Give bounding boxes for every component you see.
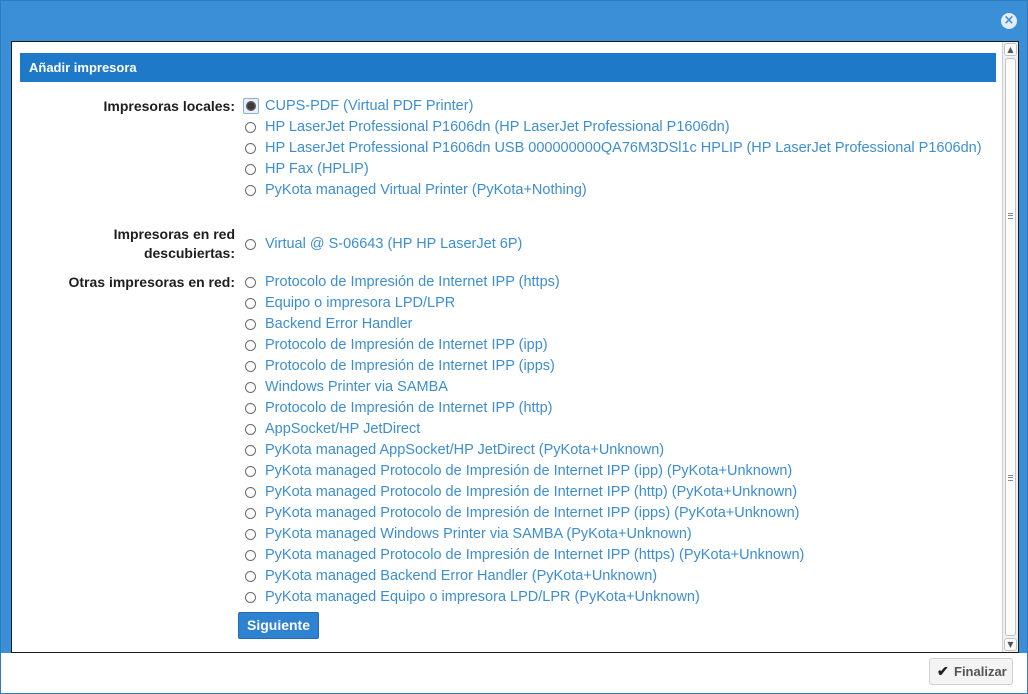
discovered-printers-label: Impresoras en red descubiertas: <box>12 225 235 263</box>
printer-option-label: PyKota managed AppSocket/HP JetDirect (P… <box>265 442 665 458</box>
printer-option[interactable]: CUPS-PDF (Virtual PDF Printer) <box>239 96 989 117</box>
printer-option[interactable]: Protocolo de Impresión de Internet IPP (… <box>239 356 989 377</box>
radio-icon[interactable] <box>245 361 256 372</box>
grip-icon <box>1008 213 1013 219</box>
discovered-printers-list: Virtual @ S-06643 (HP HP LaserJet 6P) <box>239 234 989 255</box>
radio-icon[interactable] <box>245 403 256 414</box>
printer-option-label: PyKota managed Protocolo de Impresión de… <box>265 547 805 563</box>
printer-option-label: CUPS-PDF (Virtual PDF Printer) <box>265 98 474 114</box>
radio-icon[interactable] <box>245 466 256 477</box>
radio-icon[interactable] <box>245 164 256 175</box>
radio-icon[interactable] <box>245 529 256 540</box>
check-icon: ✔ <box>937 663 949 679</box>
printer-option[interactable]: Protocolo de Impresión de Internet IPP (… <box>239 335 989 356</box>
scrollbar[interactable]: ▲ ▼ <box>1002 42 1018 652</box>
printer-option[interactable]: Windows Printer via SAMBA <box>239 377 989 398</box>
radio-icon[interactable] <box>245 277 256 288</box>
printer-option[interactable]: PyKota managed Protocolo de Impresión de… <box>239 545 989 566</box>
dialog-titlebar: × <box>1 1 1027 39</box>
radio-icon[interactable] <box>245 445 256 456</box>
printer-option-label: HP LaserJet Professional P1606dn USB 000… <box>265 140 982 156</box>
radio-icon[interactable] <box>245 424 256 435</box>
other-printers-list: Protocolo de Impresión de Internet IPP (… <box>239 272 989 608</box>
radio-icon[interactable] <box>245 340 256 351</box>
printer-option-label: PyKota managed Protocolo de Impresión de… <box>265 505 800 521</box>
scroll-up-icon[interactable]: ▲ <box>1004 43 1017 56</box>
printer-option-label: Protocolo de Impresión de Internet IPP (… <box>265 337 548 353</box>
printer-option-label: PyKota managed Protocolo de Impresión de… <box>265 463 793 479</box>
radio-icon[interactable] <box>245 571 256 582</box>
finish-button[interactable]: ✔ Finalizar <box>929 658 1013 685</box>
printer-option[interactable]: PyKota managed Windows Printer via SAMBA… <box>239 524 989 545</box>
printer-option-label: HP LaserJet Professional P1606dn (HP Las… <box>265 119 730 135</box>
radio-icon[interactable] <box>245 185 256 196</box>
dialog-footer: ✔ Finalizar <box>1 653 1027 693</box>
printer-option-label: Virtual @ S-06643 (HP HP LaserJet 6P) <box>265 236 523 252</box>
finish-button-label: Finalizar <box>954 664 1007 679</box>
printer-option-label: PyKota managed Protocolo de Impresión de… <box>265 484 798 500</box>
printer-option-label: PyKota managed Windows Printer via SAMBA… <box>265 526 692 542</box>
printer-option-label: Protocolo de Impresión de Internet IPP (… <box>265 358 555 374</box>
section-header: Añadir impresora <box>20 53 996 82</box>
radio-selected-icon[interactable] <box>243 98 259 114</box>
printer-option[interactable]: HP Fax (HPLIP) <box>239 159 989 180</box>
printer-option[interactable]: PyKota managed Equipo o impresora LPD/LP… <box>239 587 989 608</box>
radio-icon[interactable] <box>245 298 256 309</box>
printer-option[interactable]: HP LaserJet Professional P1606dn (HP Las… <box>239 117 989 138</box>
next-button[interactable]: Siguiente <box>238 612 319 639</box>
printer-option[interactable]: Equipo o impresora LPD/LPR <box>239 293 989 314</box>
printer-option[interactable]: PyKota managed Protocolo de Impresión de… <box>239 482 989 503</box>
printer-option-label: PyKota managed Backend Error Handler (Py… <box>265 568 658 584</box>
grip-icon <box>1008 475 1013 481</box>
printer-option-label: PyKota managed Equipo o impresora LPD/LP… <box>265 589 700 605</box>
printer-option[interactable]: Protocolo de Impresión de Internet IPP (… <box>239 398 989 419</box>
printer-option-label: Protocolo de Impresión de Internet IPP (… <box>265 274 560 290</box>
close-icon[interactable]: × <box>1001 13 1017 29</box>
printer-option-label: AppSocket/HP JetDirect <box>265 421 421 437</box>
printer-option[interactable]: PyKota managed Protocolo de Impresión de… <box>239 503 989 524</box>
printer-option[interactable]: PyKota managed Backend Error Handler (Py… <box>239 566 989 587</box>
dialog-body: Añadir impresora Impresoras locales: CUP… <box>11 41 1019 653</box>
printer-option-label: Windows Printer via SAMBA <box>265 379 448 395</box>
printer-option-label: PyKota managed Virtual Printer (PyKota+N… <box>265 182 587 198</box>
radio-icon[interactable] <box>245 382 256 393</box>
radio-icon[interactable] <box>245 592 256 603</box>
other-printers-label: Otras impresoras en red: <box>68 274 235 290</box>
printer-option[interactable]: PyKota managed AppSocket/HP JetDirect (P… <box>239 440 989 461</box>
printer-option-label: Protocolo de Impresión de Internet IPP (… <box>265 400 553 416</box>
local-printers-label: Impresoras locales: <box>103 98 235 114</box>
add-printer-dialog: × Añadir impresora Impresoras locales: C… <box>0 0 1028 694</box>
dialog-content: Añadir impresora Impresoras locales: CUP… <box>12 42 1002 652</box>
scroll-thumb[interactable] <box>1005 58 1016 636</box>
printer-option[interactable]: Virtual @ S-06643 (HP HP LaserJet 6P) <box>239 234 989 255</box>
printer-option[interactable]: PyKota managed Protocolo de Impresión de… <box>239 461 989 482</box>
printer-option[interactable]: PyKota managed Virtual Printer (PyKota+N… <box>239 180 989 201</box>
local-printers-list: CUPS-PDF (Virtual PDF Printer) HP LaserJ… <box>239 96 989 201</box>
radio-icon[interactable] <box>245 319 256 330</box>
radio-icon[interactable] <box>245 239 256 250</box>
printer-option-label: Backend Error Handler <box>265 316 413 332</box>
discovered-label-line2: descubiertas: <box>143 245 235 261</box>
scroll-down-icon[interactable]: ▼ <box>1004 638 1017 651</box>
printer-option[interactable]: Backend Error Handler <box>239 314 989 335</box>
discovered-label-line1: Impresoras en red <box>113 226 235 242</box>
printer-option[interactable]: AppSocket/HP JetDirect <box>239 419 989 440</box>
radio-icon[interactable] <box>245 143 256 154</box>
radio-icon[interactable] <box>245 122 256 133</box>
printer-option[interactable]: Protocolo de Impresión de Internet IPP (… <box>239 272 989 293</box>
radio-icon[interactable] <box>245 508 256 519</box>
printer-option[interactable]: HP LaserJet Professional P1606dn USB 000… <box>239 138 989 159</box>
printer-option-label: HP Fax (HPLIP) <box>265 161 369 177</box>
radio-icon[interactable] <box>245 550 256 561</box>
radio-icon[interactable] <box>245 487 256 498</box>
printer-option-label: Equipo o impresora LPD/LPR <box>265 295 456 311</box>
